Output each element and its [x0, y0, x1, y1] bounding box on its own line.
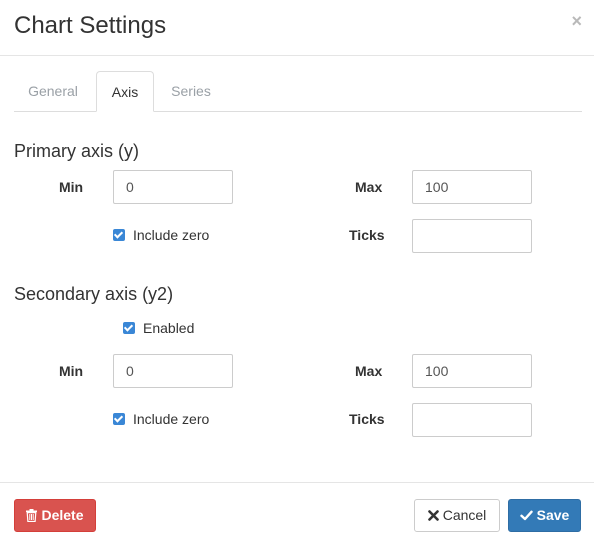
x-icon	[427, 509, 439, 521]
cancel-button[interactable]: Cancel	[414, 499, 500, 532]
checkbox-checked-icon[interactable]	[123, 322, 135, 335]
settings-tabs: General Axis Series	[14, 71, 582, 112]
save-button[interactable]: Save	[508, 499, 581, 532]
checkbox-checked-icon[interactable]	[113, 229, 125, 242]
dialog-header: Chart Settings ×	[0, 0, 594, 56]
secondary-min-input[interactable]	[113, 354, 233, 388]
secondary-axis-title: Secondary axis (y2)	[14, 284, 174, 304]
cancel-button-label: Cancel	[442, 507, 487, 523]
dialog-title: Chart Settings	[14, 12, 167, 39]
primary-max-input[interactable]	[412, 170, 532, 204]
trash-icon	[26, 508, 38, 522]
secondary-ticks-input[interactable]	[412, 403, 532, 437]
secondary-min-label: Min	[59, 363, 84, 379]
primary-min-input[interactable]	[113, 170, 233, 204]
checkmark-icon	[519, 510, 533, 520]
secondary-include-zero-checkbox[interactable]: Include zero	[113, 409, 209, 429]
secondary-ticks-label: Ticks	[349, 411, 385, 427]
secondary-enabled-label: Enabled	[143, 320, 195, 336]
primary-include-zero-checkbox[interactable]: Include zero	[113, 225, 209, 245]
chart-settings-dialog: Chart Settings × General Axis Series Pri…	[0, 0, 594, 544]
close-icon[interactable]: ×	[571, 12, 582, 30]
secondary-max-label: Max	[355, 363, 383, 379]
save-button-label: Save	[536, 507, 570, 523]
delete-button-label: Delete	[41, 507, 84, 523]
primary-ticks-input[interactable]	[412, 219, 532, 253]
primary-max-label: Max	[355, 179, 383, 195]
delete-button[interactable]: Delete	[14, 499, 96, 532]
primary-include-zero-label: Include zero	[133, 227, 210, 243]
primary-min-label: Min	[59, 179, 84, 195]
tab-axis[interactable]: Axis	[96, 71, 154, 112]
checkbox-checked-icon[interactable]	[113, 413, 125, 426]
secondary-include-zero-label: Include zero	[133, 411, 210, 427]
secondary-max-input[interactable]	[412, 354, 532, 388]
dialog-footer: Delete Cancel Save	[0, 482, 594, 545]
primary-axis-title: Primary axis (y)	[14, 141, 139, 161]
primary-ticks-label: Ticks	[349, 227, 385, 243]
secondary-enabled-checkbox[interactable]: Enabled	[123, 318, 194, 338]
tab-general[interactable]: General	[14, 71, 92, 111]
tab-series[interactable]: Series	[159, 71, 223, 111]
